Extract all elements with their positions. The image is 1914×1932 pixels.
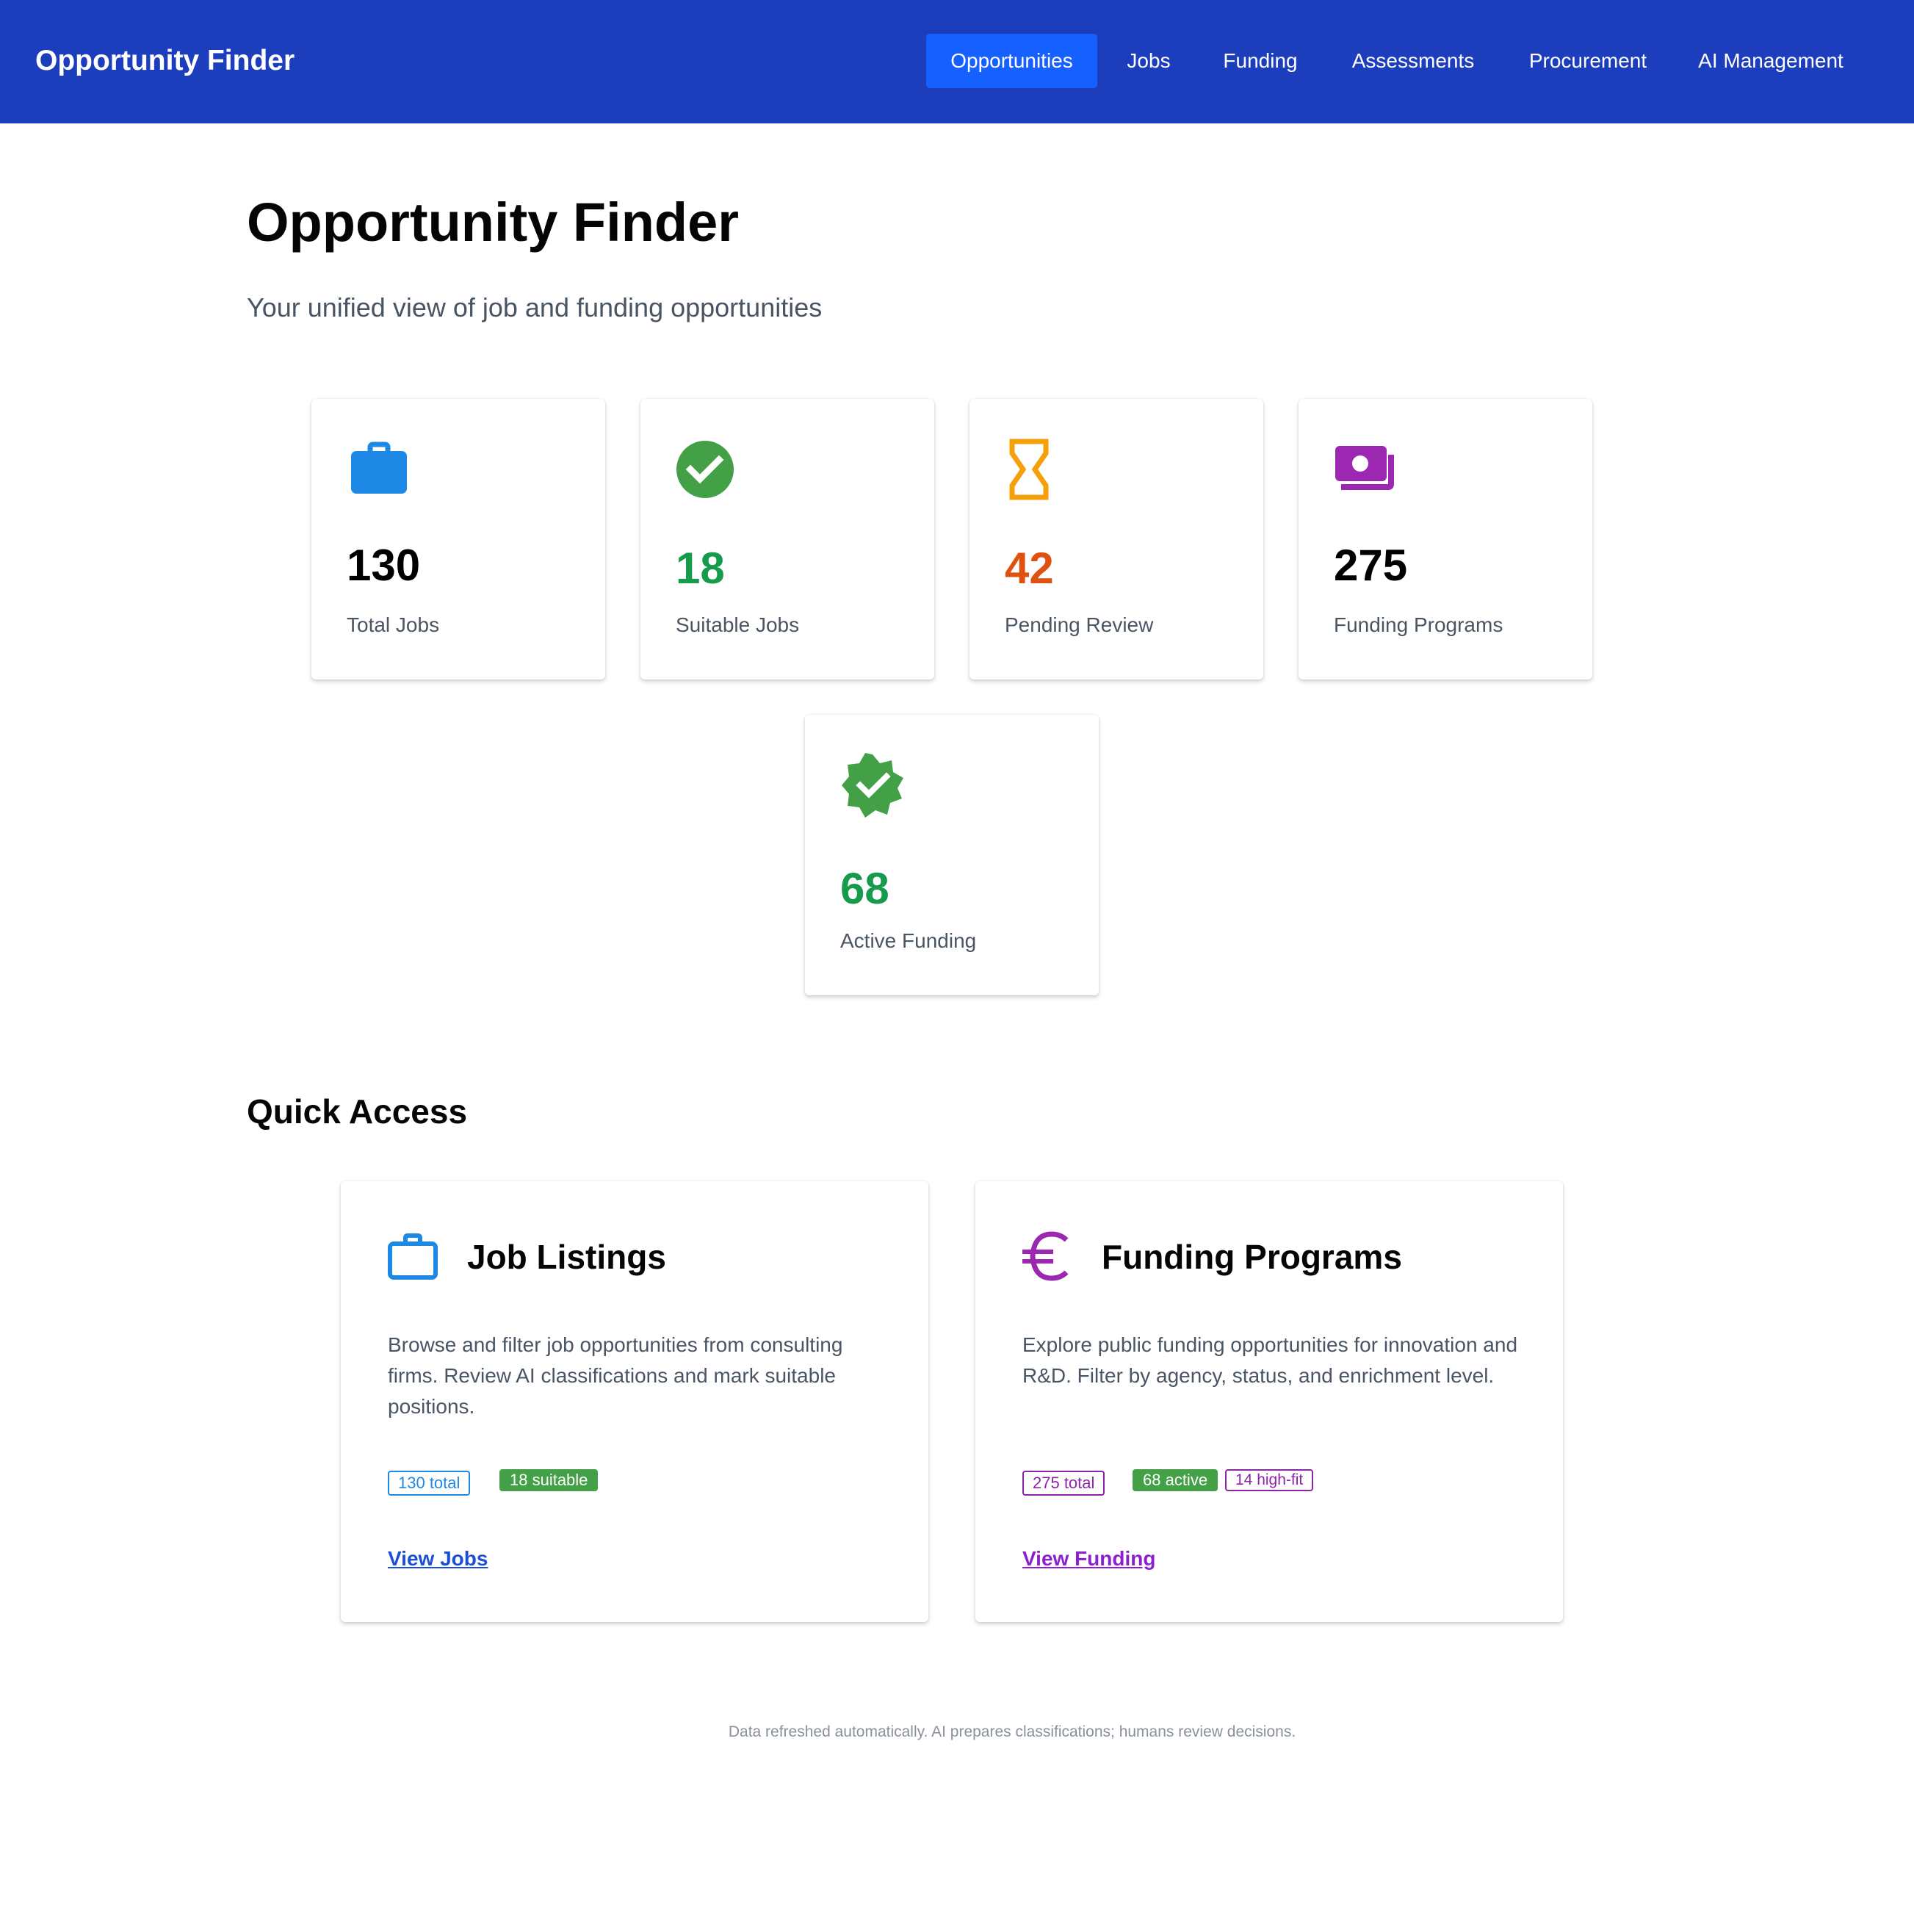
section-title-quick-access: Quick Access: [247, 1092, 468, 1131]
nav-item-ai-management[interactable]: AI Management: [1682, 34, 1860, 88]
nav-item-opportunities[interactable]: Opportunities: [926, 34, 1097, 88]
card-description: Explore public funding opportunities for…: [1022, 1333, 1518, 1387]
stat-value: 42: [1005, 544, 1054, 593]
stat-card-active-funding: 68 Active Funding: [805, 715, 1099, 995]
stat-value: 18: [676, 544, 725, 593]
stat-label: Pending Review: [1005, 613, 1154, 636]
badge-active-funding: 68 active: [1133, 1469, 1218, 1491]
verified-badge-icon: [840, 753, 905, 818]
card-title: Funding Programs: [1102, 1238, 1402, 1276]
quick-access-card-jobs[interactable]: Job Listings Browse and filter job oppor…: [341, 1181, 928, 1622]
page-subtitle: Your unified view of job and funding opp…: [247, 292, 823, 322]
badge-high-fit-funding: 14 high-fit: [1225, 1469, 1314, 1491]
top-navbar: Opportunity Finder Opportunities Jobs Fu…: [0, 0, 1914, 123]
stat-label: Active Funding: [840, 929, 977, 952]
euro-icon: [1021, 1230, 1074, 1283]
stat-label: Suitable Jobs: [676, 613, 800, 636]
briefcase-icon: [347, 437, 411, 502]
brand-title[interactable]: Opportunity Finder: [35, 43, 295, 79]
view-jobs-link[interactable]: View Jobs: [388, 1546, 488, 1572]
badge-suitable-jobs: 18 suitable: [499, 1469, 599, 1491]
quick-access-card-funding[interactable]: Funding Programs Explore public funding …: [975, 1181, 1563, 1622]
view-funding-link[interactable]: View Funding: [1022, 1546, 1155, 1572]
card-description: Browse and filter job opportunities from…: [388, 1333, 843, 1418]
stat-value: 130: [347, 541, 421, 590]
hourglass-icon: [1005, 437, 1069, 502]
badge-total-funding: 275 total: [1022, 1471, 1105, 1496]
stat-value: 68: [840, 864, 889, 913]
stat-card-total-jobs: 130 Total Jobs: [311, 399, 605, 680]
stat-label: Total Jobs: [347, 613, 440, 636]
card-title: Job Listings: [467, 1238, 666, 1276]
stat-value: 275: [1334, 541, 1408, 590]
stat-label: Funding Programs: [1334, 613, 1503, 636]
nav-item-jobs[interactable]: Jobs: [1109, 34, 1188, 88]
page-title: Opportunity Finder: [247, 192, 740, 253]
stat-card-funding-programs: 275 Funding Programs: [1299, 399, 1592, 680]
briefcase-outline-icon: [386, 1230, 439, 1283]
nav-item-assessments[interactable]: Assessments: [1332, 34, 1494, 88]
footer-note: Data refreshed automatically. AI prepare…: [728, 1723, 1296, 1740]
stat-card-pending-review: 42 Pending Review: [969, 399, 1263, 680]
money-stack-icon: [1334, 437, 1398, 502]
badge-total-jobs: 130 total: [388, 1471, 471, 1496]
nav-item-funding[interactable]: Funding: [1200, 34, 1321, 88]
stat-card-suitable-jobs: 18 Suitable Jobs: [640, 399, 934, 680]
nav-item-procurement[interactable]: Procurement: [1506, 34, 1670, 88]
check-circle-icon: [676, 437, 740, 502]
